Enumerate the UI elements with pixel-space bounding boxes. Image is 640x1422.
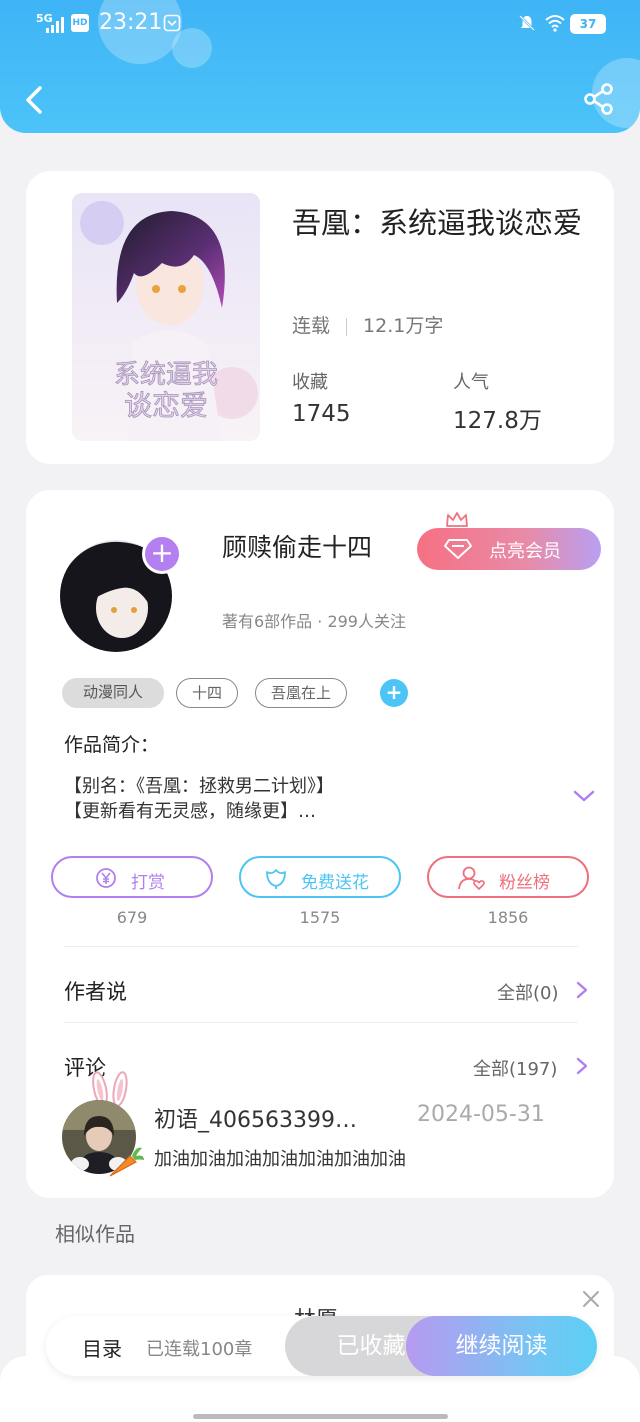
- comment-date: 2024-05-31: [417, 1102, 545, 1127]
- chapter-count[interactable]: 已连载100章: [146, 1335, 252, 1361]
- app-notification-icon: [163, 14, 181, 32]
- book-info-card: 系统逼我 谈恋爱 吾凰：系统逼我谈恋爱 连载 12.1万字 收藏 1745 人气 …: [26, 171, 614, 464]
- author-says-all-link[interactable]: 全部(0): [497, 979, 559, 1005]
- signal-icon: [46, 15, 66, 33]
- divider: [64, 1022, 578, 1023]
- follow-author-plus-button[interactable]: +: [142, 534, 182, 574]
- vip-button-label: 点亮会员: [489, 541, 561, 562]
- table-of-contents-button[interactable]: 目录: [82, 1333, 122, 1362]
- commenter-name[interactable]: 初语_406563399…: [154, 1102, 389, 1134]
- home-indicator[interactable]: [193, 1414, 448, 1419]
- expand-chevron-icon[interactable]: [572, 788, 596, 804]
- popularity-value: 127.8万: [453, 408, 542, 434]
- author-meta: 著有6部作品 · 299人关注: [222, 612, 406, 631]
- send-flower-label: 免费送花: [301, 873, 369, 893]
- tag-chip[interactable]: 十四: [176, 678, 238, 708]
- favorites-value: 1745: [292, 401, 351, 427]
- send-flower-button[interactable]: 免费送花: [239, 856, 401, 898]
- status-bar: 5G HD 23:21 37: [0, 0, 640, 50]
- hd-badge: HD: [71, 14, 89, 32]
- comment-text: 加油加油加油加油加油加油加油: [154, 1149, 406, 1170]
- fan-ranking-label: 粉丝榜: [499, 873, 550, 893]
- similar-works-title: 相似作品: [55, 1222, 135, 1246]
- flower-icon: [266, 869, 286, 889]
- bottom-action-bar: 目录 已连载100章 已收藏 继续阅读: [46, 1316, 597, 1376]
- wifi-icon: [545, 15, 565, 32]
- mute-bell-icon: [519, 15, 535, 31]
- intro-line: 【更新看有无灵感，随缘更】…: [64, 801, 316, 822]
- tip-count: 679: [116, 908, 148, 927]
- comments-all-link[interactable]: 全部(197): [473, 1055, 557, 1081]
- back-arrow-icon[interactable]: [20, 80, 52, 120]
- close-icon[interactable]: [580, 1288, 602, 1310]
- crown-icon: [446, 512, 468, 527]
- fan-user-icon: [458, 866, 485, 891]
- share-icon[interactable]: [582, 82, 616, 116]
- intro-title: 作品简介：: [64, 734, 160, 756]
- book-status: 连载: [292, 315, 331, 337]
- tag-chip[interactable]: 动漫同人: [62, 678, 164, 708]
- tip-label: 打赏: [131, 873, 165, 893]
- flower-count: 1575: [299, 908, 341, 927]
- yen-coin-icon: [96, 868, 116, 888]
- word-count: 12.1万字: [363, 315, 444, 337]
- book-cover-image[interactable]: 系统逼我 谈恋爱: [72, 193, 260, 441]
- chevron-right-icon[interactable]: [575, 980, 589, 1000]
- clock: 23:21: [99, 10, 163, 35]
- author-name[interactable]: 顾赎偷走十四: [222, 528, 372, 564]
- continue-reading-button[interactable]: 继续阅读: [406, 1316, 597, 1376]
- divider: [64, 946, 578, 947]
- author-says-title: 作者说: [64, 980, 127, 1004]
- favorites-label: 收藏: [292, 372, 328, 393]
- tag-chip[interactable]: 吾凰在上: [255, 678, 347, 708]
- diamond-icon: [444, 539, 472, 559]
- intro-line: 【别名：《吾凰：拯救男二计划》】: [64, 776, 334, 797]
- meta-separator: [346, 317, 348, 336]
- svg-text:谈恋爱: 谈恋爱: [124, 389, 208, 422]
- author-detail-card: + 顾赎偷走十四 点亮会员 著有6部作品 · 299人关注 动漫同人 十四 吾凰…: [26, 490, 614, 1198]
- tip-button[interactable]: 打赏: [51, 856, 213, 898]
- popularity-label: 人气: [453, 372, 489, 393]
- book-title: 吾凰：系统逼我谈恋爱: [292, 206, 583, 240]
- add-tag-button[interactable]: +: [380, 679, 408, 707]
- book-meta: 连载 12.1万字: [292, 311, 443, 338]
- battery-indicator: 37: [570, 14, 606, 34]
- fan-count: 1856: [487, 908, 529, 927]
- svg-text:系统逼我: 系统逼我: [114, 360, 218, 390]
- vip-activate-button[interactable]: 点亮会员: [417, 528, 601, 570]
- chevron-right-icon[interactable]: [575, 1056, 589, 1076]
- fan-ranking-button[interactable]: 粉丝榜: [427, 856, 589, 898]
- carrot-decoration-icon: [109, 1147, 144, 1177]
- top-header: 5G HD 23:21 37: [0, 0, 640, 133]
